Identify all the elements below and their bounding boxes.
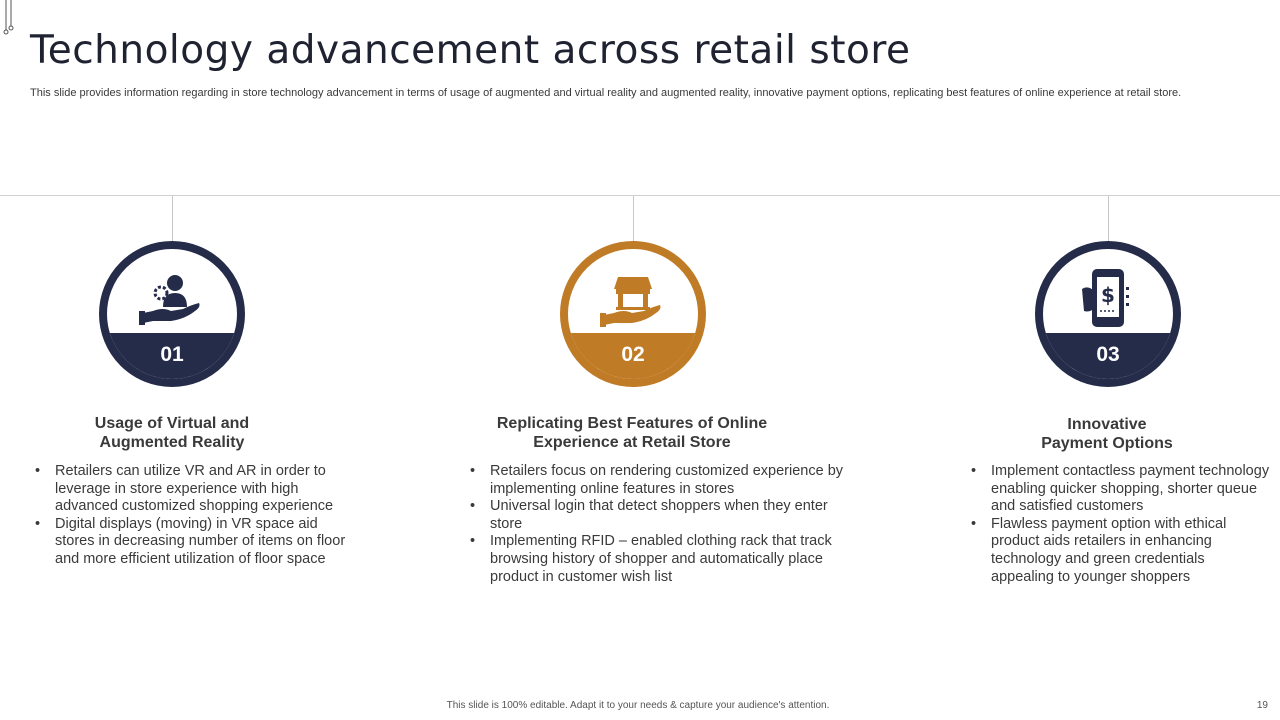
step-circle-3: $ 03 xyxy=(1035,241,1181,387)
step-circle-2: 02 xyxy=(560,241,706,387)
page-number: 19 xyxy=(1256,700,1268,711)
step-number-1: 01 xyxy=(160,343,184,366)
list-item: Implementing RFID – enabled clothing rac… xyxy=(470,533,860,586)
list-item: Retailers focus on rendering customized … xyxy=(470,463,860,498)
list-item: Retailers can utilize VR and AR in order… xyxy=(35,463,355,516)
svg-text:$: $ xyxy=(1101,283,1115,307)
footer-note: This slide is 100% editable. Adapt it to… xyxy=(446,700,830,711)
list-item: Flawless payment option with ethical pro… xyxy=(971,516,1271,586)
list-item: Digital displays (moving) in VR space ai… xyxy=(35,516,355,569)
column-heading-2: Replicating Best Features of Online Expe… xyxy=(496,415,768,451)
timeline-divider xyxy=(0,195,1280,196)
connector-line-2 xyxy=(633,196,634,242)
connector-line-1 xyxy=(172,196,173,242)
mobile-payment-icon: $ xyxy=(1078,267,1138,336)
column-heading-1: Usage of Virtual and Augmented Reality xyxy=(94,415,250,451)
step-number-3: 03 xyxy=(1096,343,1120,366)
person-in-hand-icon xyxy=(139,273,205,338)
bullet-list-2: Retailers focus on rendering customized … xyxy=(470,463,860,586)
store-in-hand-icon xyxy=(600,273,666,338)
list-item: Implement contactless payment technology… xyxy=(971,463,1271,516)
slide-subtitle: This slide provides information regardin… xyxy=(30,87,1182,99)
bullet-list-1: Retailers can utilize VR and AR in order… xyxy=(35,463,355,569)
column-heading-3: Innovative Payment Options xyxy=(1041,416,1173,452)
step-number-2: 02 xyxy=(621,343,645,366)
bullet-list-3: Implement contactless payment technology… xyxy=(971,463,1271,586)
list-item: Universal login that detect shoppers whe… xyxy=(470,498,860,533)
step-circle-1: 01 xyxy=(99,241,245,387)
slide-title: Technology advancement across retail sto… xyxy=(30,28,911,73)
connector-line-3 xyxy=(1108,196,1109,242)
corner-decoration xyxy=(3,0,14,35)
